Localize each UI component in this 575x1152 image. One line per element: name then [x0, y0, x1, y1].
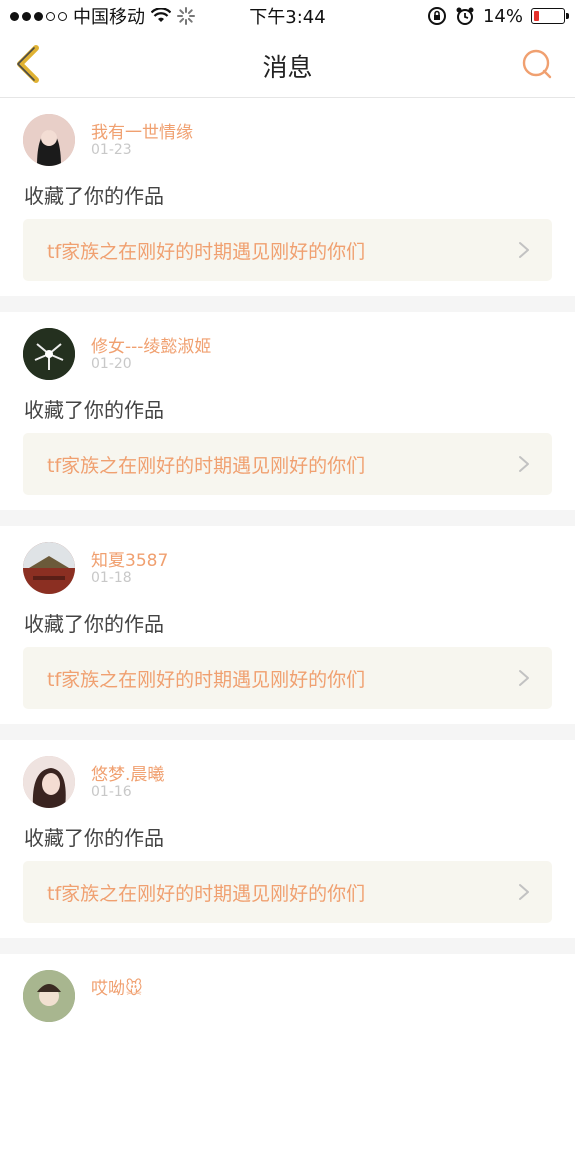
- message-username[interactable]: 哎呦🐭: [91, 974, 143, 999]
- work-link[interactable]: tf家族之在刚好的时期遇见刚好的你们: [23, 219, 552, 281]
- status-right: 14%: [427, 5, 569, 27]
- work-title: tf家族之在刚好的时期遇见刚好的你们: [47, 882, 366, 905]
- rotation-lock-icon: [427, 7, 446, 25]
- avatar[interactable]: [23, 328, 75, 380]
- section-separator: [0, 296, 575, 312]
- avatar[interactable]: [23, 542, 75, 594]
- message-action: 收藏了你的作品: [24, 184, 164, 208]
- section-separator: [0, 724, 575, 740]
- avatar[interactable]: [23, 970, 75, 1022]
- message-username[interactable]: 悠梦.晨曦: [91, 760, 164, 785]
- message-action: 收藏了你的作品: [24, 826, 164, 850]
- section-separator: [0, 510, 575, 526]
- message-date: 01-16: [91, 784, 132, 800]
- battery-icon: [531, 8, 569, 24]
- work-link[interactable]: tf家族之在刚好的时期遇见刚好的你们: [23, 433, 552, 495]
- message-item[interactable]: 悠梦.晨曦 01-16 收藏了你的作品 tf家族之在刚好的时期遇见刚好的你们: [0, 740, 575, 938]
- message-item[interactable]: 哎呦🐭: [0, 954, 575, 1152]
- page-title: 消息: [262, 53, 313, 82]
- avatar[interactable]: [23, 756, 75, 808]
- status-bar: 中国移动 下午3:44 14%: [0, 0, 575, 32]
- wifi-icon: [151, 8, 171, 22]
- work-link[interactable]: tf家族之在刚好的时期遇见刚好的你们: [23, 861, 552, 923]
- avatar[interactable]: [23, 114, 75, 166]
- message-item[interactable]: 知夏3587 01-18 收藏了你的作品 tf家族之在刚好的时期遇见刚好的你们: [0, 526, 575, 724]
- signal-icon: [10, 11, 67, 21]
- chevron-right-icon: [519, 670, 529, 686]
- alarm-icon: [456, 7, 474, 25]
- message-item[interactable]: 我有一世情缘 01-23 收藏了你的作品 tf家族之在刚好的时期遇见刚好的你们: [0, 98, 575, 296]
- message-action: 收藏了你的作品: [24, 398, 164, 422]
- search-icon[interactable]: [521, 48, 553, 80]
- chevron-right-icon: [519, 242, 529, 258]
- message-username[interactable]: 修女---绫懿淑姬: [91, 332, 211, 357]
- message-date: 01-23: [91, 142, 132, 158]
- work-title: tf家族之在刚好的时期遇见刚好的你们: [47, 454, 366, 477]
- chevron-right-icon: [519, 456, 529, 472]
- chevron-right-icon: [519, 884, 529, 900]
- message-item[interactable]: 修女---绫懿淑姬 01-20 收藏了你的作品 tf家族之在刚好的时期遇见刚好的…: [0, 312, 575, 510]
- loading-spinner-icon: [177, 7, 195, 25]
- message-action: 收藏了你的作品: [24, 612, 164, 636]
- message-list: 我有一世情缘 01-23 收藏了你的作品 tf家族之在刚好的时期遇见刚好的你们 …: [0, 98, 575, 1152]
- section-separator: [0, 938, 575, 954]
- battery-percent: 14%: [482, 5, 523, 27]
- message-date: 01-20: [91, 356, 132, 372]
- carrier-label: 中国移动: [73, 7, 145, 28]
- work-link[interactable]: tf家族之在刚好的时期遇见刚好的你们: [23, 647, 552, 709]
- message-username[interactable]: 我有一世情缘: [91, 118, 193, 143]
- status-left: 中国移动: [10, 3, 195, 29]
- navigation-bar: 消息: [0, 32, 575, 98]
- work-title: tf家族之在刚好的时期遇见刚好的你们: [47, 668, 366, 691]
- message-date: 01-18: [91, 570, 132, 586]
- work-title: tf家族之在刚好的时期遇见刚好的你们: [47, 240, 366, 263]
- message-username[interactable]: 知夏3587: [91, 546, 168, 571]
